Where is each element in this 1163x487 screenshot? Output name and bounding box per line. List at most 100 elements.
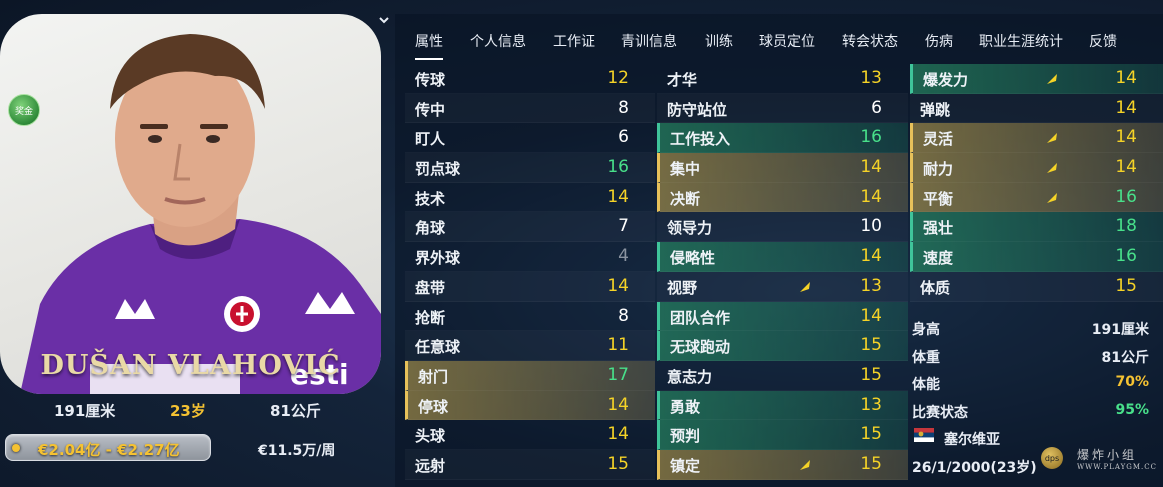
tab-personal-info[interactable]: 个人信息 [470,31,526,51]
physical-attr-row[interactable]: 强壮 18 [910,212,1163,243]
tab-work-permit[interactable]: 工作证 [553,31,595,51]
mental-attr-value: 15 [860,364,882,385]
tab-training[interactable]: 训练 [705,31,733,51]
technical-attr-row[interactable]: 停球 14 [405,390,655,421]
player-name: DUŠAN VLAHOVIĆ [40,350,341,381]
mental-attr-value: 6 [871,97,882,118]
technical-attr-value: 16 [607,157,629,178]
technical-attr-value: 8 [618,305,629,326]
info-weight: 体重 81公斤 [910,342,1163,370]
technical-attr-row[interactable]: 盘带 14 [405,272,655,302]
info-form-value: 95% [1115,401,1149,418]
attributes-panel: 属性 个人信息 工作证 青训信息 训练 球员定位 转会状态 伤病 职业生涯统计 … [395,14,1163,487]
trend-up-arrow-icon [1047,74,1057,84]
technical-attr-value: 15 [607,453,629,474]
physical-attributes: 爆发力 14 弹跳 14 灵活 14 耐力 14 平衡 16 强壮 18 速度 16 体质 15 [910,64,1163,302]
mental-attr-row[interactable]: 勇敢 13 [657,390,908,421]
mental-attr-name: 防守站位 [667,100,728,119]
technical-attr-value: 17 [607,364,629,385]
physical-attr-value: 14 [1115,157,1137,178]
technical-attr-row[interactable]: 界外球 4 [405,242,655,272]
tab-injuries[interactable]: 伤病 [925,31,953,51]
mental-attr-row[interactable]: 决断 14 [657,182,908,213]
tab-career-stats[interactable]: 职业生涯统计 [979,31,1063,51]
tab-bar: 属性 个人信息 工作证 青训信息 训练 球员定位 转会状态 伤病 职业生涯统计 … [395,14,1163,64]
mental-attr-row[interactable]: 才华 13 [657,64,908,94]
physical-attr-row[interactable]: 弹跳 14 [910,94,1163,124]
info-height-label: 身高 [912,322,940,338]
technical-attr-row[interactable]: 射门 17 [405,360,655,391]
info-dob-value: 26/1/2000(23岁) [912,459,1037,476]
tab-attributes[interactable]: 属性 [415,31,443,60]
info-height: 身高 191厘米 [910,314,1163,342]
technical-attr-row[interactable]: 传中 8 [405,94,655,124]
technical-attr-name: 技术 [415,189,446,208]
physical-attr-value: 18 [1115,216,1137,237]
technical-attr-value: 12 [607,68,629,88]
technical-attr-row[interactable]: 抢断 8 [405,302,655,332]
physical-attr-row[interactable]: 体质 15 [910,272,1163,302]
technical-attr-row[interactable]: 传球 12 [405,64,655,94]
tab-transfer-status[interactable]: 转会状态 [842,31,898,51]
mental-attr-row[interactable]: 预判 15 [657,420,908,450]
mental-attr-name: 视野 [667,278,698,297]
physical-attr-name: 速度 [923,249,954,268]
info-weight-value: 81公斤 [1101,349,1149,366]
technical-attr-row[interactable]: 任意球 11 [405,331,655,361]
tab-youth-info[interactable]: 青训信息 [621,31,677,51]
player-portrait-graphic: esti [20,34,381,394]
technical-attr-value: 4 [618,246,629,267]
mental-attr-name: 决断 [670,189,701,208]
physical-attr-row[interactable]: 平衡 16 [910,182,1163,213]
technical-attr-row[interactable]: 远射 15 [405,450,655,480]
technical-attr-row[interactable]: 头球 14 [405,420,655,450]
technical-attr-name: 射门 [418,367,449,386]
value-dot-icon [12,444,20,452]
physical-attr-value: 14 [1115,97,1137,118]
mental-attr-row[interactable]: 意志力 15 [657,361,908,391]
mental-attr-value: 10 [860,216,882,237]
technical-attr-value: 6 [618,127,629,148]
mental-attr-row[interactable]: 无球跑动 15 [657,331,908,361]
technical-attr-name: 罚点球 [415,160,461,179]
mental-attr-value: 14 [860,305,882,326]
mental-attr-row[interactable]: 领导力 10 [657,212,908,243]
physical-attr-row[interactable]: 灵活 14 [910,123,1163,154]
trait-badge[interactable]: 奖金 [8,94,40,126]
info-fitness-value: 70% [1115,374,1149,390]
mental-attr-row[interactable]: 集中 14 [657,153,908,183]
physical-attr-name: 平衡 [923,189,954,208]
info-fitness: 体能 70% [910,369,1163,397]
technical-attr-row[interactable]: 盯人 6 [405,123,655,154]
physical-attr-row[interactable]: 耐力 14 [910,153,1163,183]
technical-attr-row[interactable]: 技术 14 [405,183,655,213]
technical-attributes: 传球 12 传中 8 盯人 6 罚点球 16 技术 14 角球 7 界外球 4 盘带 14 抢断 8 任意球 11 射门… [405,64,655,480]
technical-attr-row[interactable]: 角球 7 [405,212,655,243]
mental-attr-row[interactable]: 工作投入 16 [657,123,908,154]
serbia-flag-icon [914,428,934,442]
physical-attr-row[interactable]: 速度 16 [910,242,1163,272]
mental-attr-name: 勇敢 [670,397,701,416]
info-weight-label: 体重 [912,349,940,366]
mental-attr-name: 镇定 [670,456,701,475]
mental-attr-row[interactable]: 防守站位 6 [657,94,908,124]
technical-attr-name: 传球 [415,71,446,89]
trend-up-arrow-icon [800,459,810,470]
technical-attr-name: 角球 [415,219,446,238]
mental-attr-value: 15 [860,335,882,356]
chevron-down-icon[interactable] [378,14,390,26]
technical-attr-name: 抢断 [415,308,446,327]
physical-attr-value: 16 [1115,246,1137,267]
mental-attr-name: 预判 [670,427,701,446]
physical-attr-row[interactable]: 爆发力 14 [910,64,1163,94]
tab-positions[interactable]: 球员定位 [759,31,815,51]
mental-attr-row[interactable]: 侵略性 14 [657,242,908,272]
transfer-value-pill[interactable]: €2.04亿 - €2.27亿 [5,434,211,461]
mental-attr-row[interactable]: 团队合作 14 [657,301,908,332]
card-height: 191厘米 [54,402,116,420]
tab-feedback[interactable]: 反馈 [1089,31,1117,51]
mental-attr-row[interactable]: 视野 13 [657,272,908,302]
physical-attr-name: 强壮 [923,219,954,238]
technical-attr-row[interactable]: 罚点球 16 [405,153,655,183]
mental-attr-row[interactable]: 镇定 15 [657,449,908,480]
